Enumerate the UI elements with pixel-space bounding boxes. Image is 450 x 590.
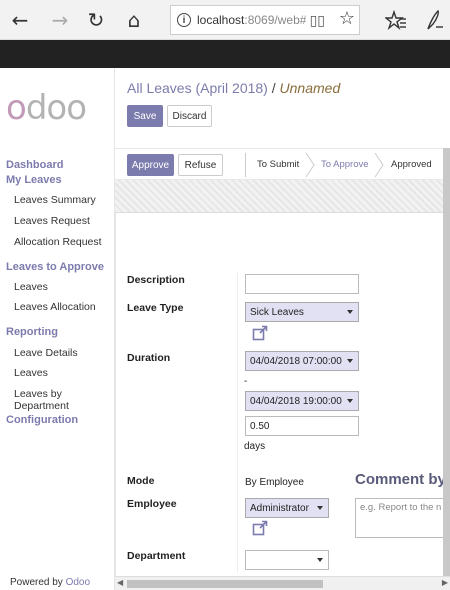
sidebar-item-leaves-by-department[interactable]: Leaves by Department [14, 388, 114, 412]
sidebar-item-leaves-request[interactable]: Leaves Request [14, 215, 90, 227]
sidebar-item-leaves-summary[interactable]: Leaves Summary [14, 194, 96, 206]
scroll-left-arrow-icon[interactable]: ◀ [117, 578, 123, 587]
odoo-logo[interactable]: odoo [6, 88, 87, 128]
external-link-icon[interactable] [252, 520, 268, 536]
status-bar: Approve Refuse To Submit To Approve Appr… [115, 148, 443, 180]
mode-label: Mode [127, 475, 155, 487]
save-button[interactable]: Save [127, 105, 163, 127]
sidebar-item-leave-details[interactable]: Leave Details [14, 347, 78, 359]
dropdown-caret-icon [317, 506, 323, 510]
employee-label: Employee [127, 498, 177, 510]
reading-view-icon[interactable]: ▯▯ [310, 12, 325, 29]
sidebar-header-dashboard[interactable]: Dashboard [6, 159, 63, 171]
browser-toolbar: ← → ↻ ⌂ i localhost:8069/web# ▯▯ ☆ [0, 0, 450, 40]
employee-select[interactable]: Administrator [245, 498, 329, 518]
refuse-button[interactable]: Refuse [178, 154, 223, 176]
mode-value[interactable]: By Employee [245, 477, 304, 488]
pen-icon[interactable] [424, 9, 444, 31]
home-icon[interactable]: ⌂ [120, 6, 148, 34]
description-input[interactable] [245, 274, 359, 294]
duration-label: Duration [127, 352, 171, 364]
sidebar-header-leaves-to-approve[interactable]: Leaves to Approve [6, 261, 104, 273]
scrollbar-thumb[interactable] [127, 580, 323, 588]
url-text: localhost:8069/web# [197, 13, 307, 27]
info-icon[interactable]: i [177, 13, 191, 27]
sidebar-header-my-leaves[interactable]: My Leaves [6, 174, 62, 186]
breadcrumb-current: Unnamed [279, 80, 341, 96]
date-from-picker[interactable]: 04/04/2018 07:00:00 [245, 351, 359, 371]
dropdown-caret-icon [347, 310, 353, 314]
description-label: Description [127, 274, 185, 286]
sidebar-header-reporting[interactable]: Reporting [6, 326, 58, 338]
scroll-right-arrow-icon[interactable]: ▶ [442, 578, 448, 587]
favorites-list-icon[interactable] [385, 10, 407, 30]
approve-button[interactable]: Approve [127, 154, 174, 176]
date-separator: - [244, 376, 248, 387]
stage-to-approve[interactable]: To Approve [321, 159, 369, 170]
sidebar-item-leaves[interactable]: Leaves [14, 281, 48, 293]
sidebar-item-allocation-request[interactable]: Allocation Request [14, 236, 102, 248]
stage-chevron-icon [374, 153, 384, 177]
department-select[interactable] [245, 550, 329, 570]
external-link-icon[interactable] [252, 325, 268, 341]
discard-button[interactable]: Discard [167, 105, 212, 127]
odoo-link[interactable]: Odoo [66, 577, 90, 588]
dropdown-caret-icon [347, 399, 353, 403]
sidebar-header-configuration[interactable]: Configuration [6, 414, 78, 426]
dropdown-caret-icon [347, 359, 353, 363]
stage-approved[interactable]: Approved [391, 159, 432, 170]
field-divider [237, 273, 238, 573]
breadcrumb: All Leaves (April 2018) / Unnamed [127, 80, 341, 96]
status-divider [245, 153, 246, 177]
days-input[interactable]: 0.50 [245, 416, 359, 436]
days-unit: days [244, 441, 266, 452]
comment-textarea[interactable]: e.g. Report to the n [355, 498, 450, 538]
leave-type-label: Leave Type [127, 302, 184, 314]
vertical-scrollbar[interactable] [443, 148, 450, 578]
stage-to-submit[interactable]: To Submit [257, 159, 299, 170]
address-bar[interactable]: i localhost:8069/web# ▯▯ ☆ [170, 5, 360, 35]
dropdown-caret-icon [317, 558, 323, 562]
top-menu-bar [0, 40, 450, 68]
back-arrow-icon[interactable]: ← [6, 6, 34, 34]
main-content: All Leaves (April 2018) / Unnamed Save D… [115, 68, 450, 590]
powered-by: Powered by Odoo [10, 577, 91, 588]
breadcrumb-parent[interactable]: All Leaves (April 2018) [127, 80, 268, 96]
leave-type-select[interactable]: Sick Leaves [245, 302, 359, 322]
comment-title: Comment by [355, 471, 446, 488]
sidebar: odoo Dashboard My Leaves Leaves Summary … [0, 68, 115, 590]
date-to-picker[interactable]: 04/04/2018 19:00:00 [245, 391, 359, 411]
forward-arrow-icon[interactable]: → [46, 6, 74, 34]
horizontal-scrollbar[interactable]: ◀ ▶ [115, 576, 450, 590]
refresh-icon[interactable]: ↻ [82, 6, 110, 34]
sidebar-item-leaves-allocation[interactable]: Leaves Allocation [14, 301, 96, 313]
favorite-star-icon[interactable]: ☆ [339, 8, 355, 29]
sidebar-item-reporting-leaves[interactable]: Leaves [14, 367, 48, 379]
stage-chevron-icon [305, 153, 315, 177]
department-label: Department [127, 550, 186, 562]
